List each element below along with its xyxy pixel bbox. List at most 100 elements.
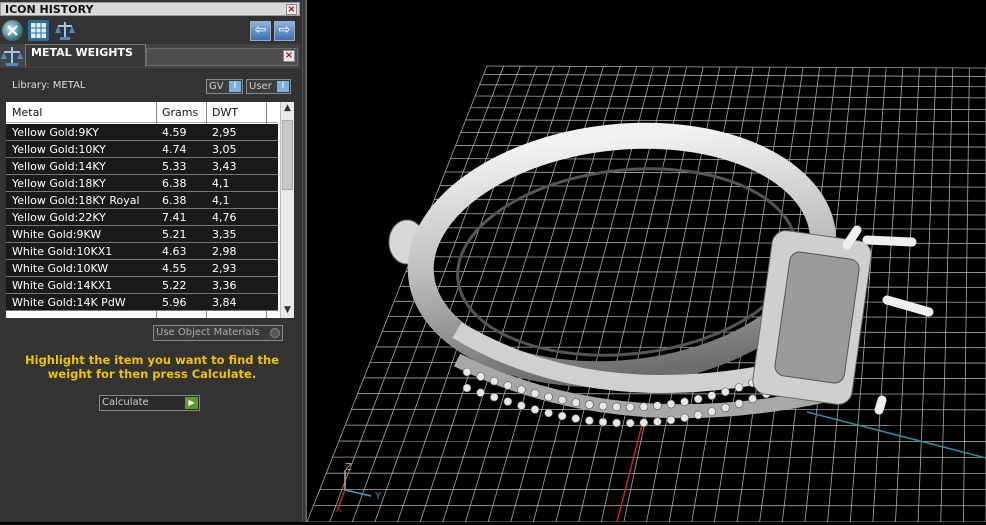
viewport-canvas[interactable]: Z Y X <box>307 0 986 522</box>
scroll-down-icon[interactable]: ▼ <box>281 304 294 317</box>
use-object-materials-label: Use Object Materials <box>156 327 259 338</box>
icon-history-close-button[interactable]: × <box>286 4 297 15</box>
pave-stone <box>749 395 757 403</box>
table-body: Yellow Gold:9KY 4.59 2,95 Yellow Gold:10KY 4… <box>6 124 278 311</box>
table-row[interactable]: Yellow Gold:9KY 4.59 2,95 <box>6 124 278 141</box>
table-row[interactable]: Yellow Gold:18KY Royal 6.38 4,1 <box>6 192 278 209</box>
grams-cell: 7.41 <box>162 211 187 224</box>
pave-stone <box>708 392 716 400</box>
pave-stone <box>585 417 593 425</box>
dwt-cell: 3,35 <box>212 228 237 241</box>
pave-stone <box>531 406 539 414</box>
pave-stone <box>694 411 702 419</box>
metal-name-cell: Yellow Gold:18KY Royal <box>12 194 140 207</box>
gv-toggle[interactable]: GV I <box>206 79 243 94</box>
library-label: Library: METAL <box>12 80 85 91</box>
gv-indicator-icon: I <box>229 81 241 92</box>
pave-stone <box>517 402 525 410</box>
x-axis-label: X <box>335 504 342 515</box>
pave-stone <box>626 403 634 411</box>
pave-stone <box>545 393 553 401</box>
table-row[interactable]: White Gold:10KX14.632,98 <box>6 243 278 260</box>
metal-table: Metal Grams DWT Yellow Gold:9KY4.592,95Y… <box>6 102 294 318</box>
document-grid-icon[interactable] <box>28 20 49 41</box>
pave-stone <box>653 418 661 426</box>
metal-weights-close-button[interactable]: × <box>283 50 295 62</box>
pave-stone <box>681 414 689 422</box>
user-label: User <box>249 81 272 92</box>
grid-line <box>918 68 936 522</box>
pave-stone <box>653 402 661 410</box>
use-object-materials-checkbox[interactable]: Use Object Materials <box>153 325 283 341</box>
grid-line <box>873 68 903 522</box>
grid-line <box>358 394 986 395</box>
scale-icon[interactable] <box>54 20 75 41</box>
pave-stone <box>626 419 634 427</box>
table-row[interactable]: White Gold:9KW5.213,35 <box>6 226 278 243</box>
metal-name-cell: Yellow Gold:9KY <box>12 126 99 139</box>
scroll-up-icon[interactable]: ▲ <box>281 102 294 115</box>
grams-cell: 4.74 <box>162 143 187 156</box>
user-toggle[interactable]: User I <box>246 79 291 94</box>
dwt-cell: 4,1 <box>212 194 230 207</box>
table-scrollbar[interactable]: ▲ ▼ <box>280 102 294 318</box>
grams-cell: 5.22 <box>162 279 187 292</box>
pave-stone <box>545 409 553 417</box>
pave-stone <box>490 377 498 385</box>
metal-name-cell: Yellow Gold:10KY <box>12 143 106 156</box>
column-header-metal[interactable]: Metal <box>12 106 42 119</box>
pave-stone <box>517 386 525 394</box>
dwt-cell: 3,84 <box>212 296 237 309</box>
pave-stone <box>640 419 648 427</box>
dwt-cell: 4,76 <box>212 211 237 224</box>
table-row[interactable]: White Gold:14KX15.223,36 <box>6 277 278 294</box>
icon-history-title: ICON HISTORY <box>5 3 93 16</box>
pave-stone <box>585 401 593 409</box>
column-header-grams[interactable]: Grams <box>162 106 198 119</box>
calculate-button[interactable]: Calculate ▶ <box>99 395 200 411</box>
tool-circle-icon[interactable] <box>2 20 23 41</box>
back-arrow-icon[interactable]: ⇦ <box>250 21 271 41</box>
table-row[interactable]: Yellow Gold:14KY5.333,43 <box>6 158 278 175</box>
metal-weights-tab[interactable]: METAL WEIGHTS <box>25 44 146 67</box>
gv-label: GV <box>209 81 224 92</box>
grams-cell: 6.38 <box>162 194 187 207</box>
pave-stone <box>477 389 485 397</box>
metal-name-cell: White Gold:10KW <box>12 262 108 275</box>
3d-viewport[interactable]: Z Y X <box>307 0 986 522</box>
icon-history-toolbar: ⇦ ⇨ <box>0 18 300 44</box>
metal-weights-title: METAL WEIGHTS <box>31 46 133 59</box>
pave-stone <box>504 382 512 390</box>
table-row[interactable]: White Gold:14K PdW5.963,84 <box>6 294 278 311</box>
y-axis-label: Y <box>374 491 382 502</box>
pave-stone <box>694 395 702 403</box>
dwt-cell: 2,95 <box>212 126 237 139</box>
pave-stone <box>504 398 512 406</box>
grams-cell: 4.59 <box>162 126 187 139</box>
metal-name-cell: White Gold:10KX1 <box>12 245 112 258</box>
header-fill <box>146 48 298 66</box>
pave-stone <box>640 403 648 411</box>
weight-scale-icon <box>1 45 23 70</box>
table-row[interactable]: Yellow Gold:22KY7.414,76 <box>6 209 278 226</box>
table-row[interactable]: Yellow Gold:10KY4.743,05 <box>6 141 278 158</box>
pave-stone <box>599 418 607 426</box>
table-row[interactable]: White Gold:10KW4.552,93 <box>6 260 278 277</box>
grams-cell: 4.55 <box>162 262 187 275</box>
pave-stone <box>558 412 566 420</box>
forward-arrow-icon[interactable]: ⇨ <box>274 21 295 41</box>
icon-history-titlebar: ICON HISTORY × <box>0 2 300 16</box>
play-arrow-icon: ▶ <box>185 397 198 409</box>
grid-line <box>406 271 986 272</box>
pave-stone <box>708 408 716 416</box>
metal-name-cell: Yellow Gold:14KY <box>12 160 106 173</box>
scroll-thumb[interactable] <box>282 120 293 190</box>
pave-stone <box>667 400 675 408</box>
pave-stone <box>735 384 743 392</box>
table-row[interactable]: Yellow Gold:18KY6.384,1 <box>6 175 278 192</box>
pave-stone <box>572 415 580 423</box>
column-header-dwt[interactable]: DWT <box>212 106 238 119</box>
pave-stone <box>721 388 729 396</box>
grid-line <box>941 68 953 522</box>
grams-cell: 5.96 <box>162 296 187 309</box>
